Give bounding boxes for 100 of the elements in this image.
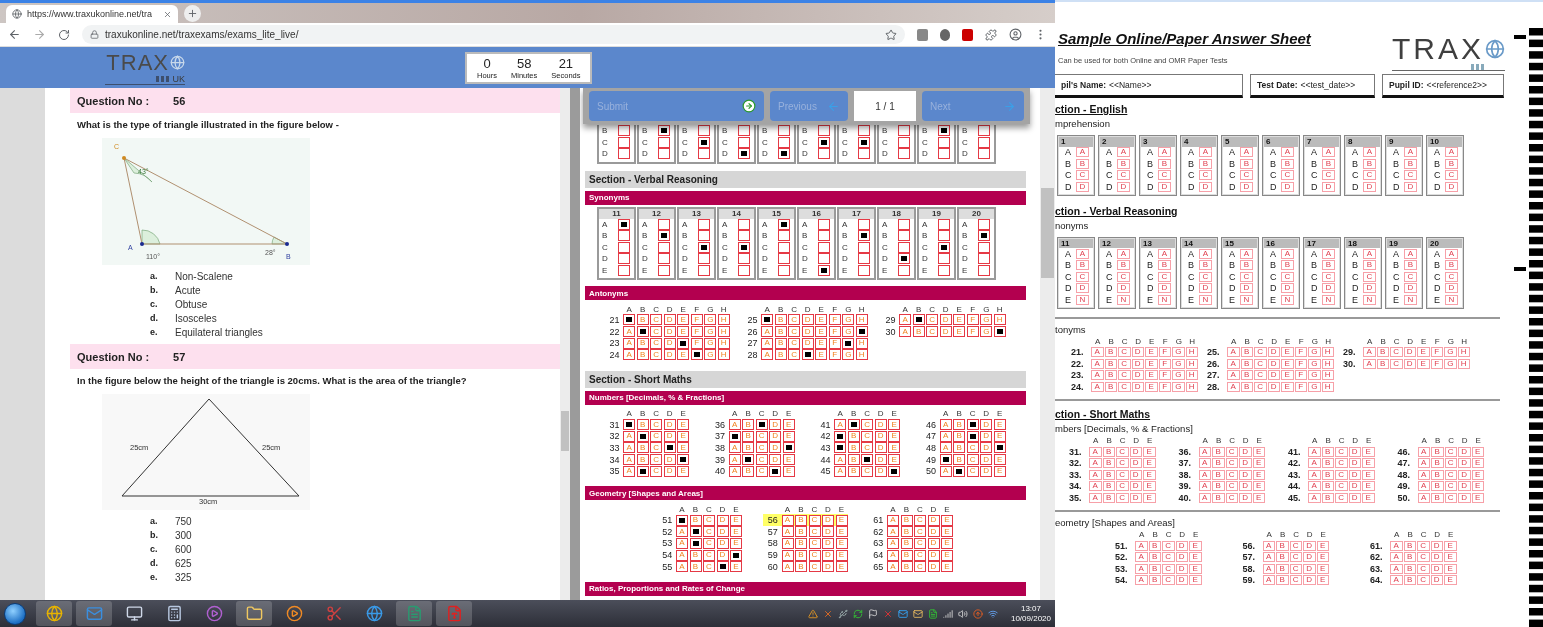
- answer-bubble[interactable]: D: [663, 419, 676, 431]
- answer-bubble[interactable]: H: [717, 326, 730, 338]
- answer-bubble[interactable]: E: [941, 561, 953, 573]
- answer-bubble[interactable]: B: [912, 326, 925, 338]
- answer-bubble[interactable]: [834, 430, 847, 442]
- answer-bubble[interactable]: E: [888, 454, 901, 466]
- answer-bubble[interactable]: C: [808, 561, 821, 573]
- answer-bubble[interactable]: E: [815, 349, 828, 361]
- document-icon[interactable]: [927, 608, 938, 619]
- answer-bubble[interactable]: G: [842, 349, 855, 361]
- answer-bubble[interactable]: [818, 125, 830, 137]
- answer-bubble[interactable]: D: [822, 514, 834, 526]
- answer-bubble[interactable]: [938, 241, 950, 253]
- answer-bubble[interactable]: [978, 230, 990, 242]
- answer-bubble[interactable]: D: [663, 349, 676, 361]
- answer-bubble[interactable]: C: [914, 514, 926, 526]
- profile-icon[interactable]: [1009, 28, 1022, 41]
- reload-icon[interactable]: [58, 28, 70, 41]
- answer-bubble[interactable]: [993, 442, 1006, 454]
- answer-bubble[interactable]: D: [927, 537, 940, 549]
- answer-bubble[interactable]: D: [663, 314, 676, 326]
- answer-bubble[interactable]: [778, 125, 790, 137]
- answer-bubble[interactable]: B: [900, 549, 913, 561]
- answer-bubble[interactable]: C: [966, 454, 979, 466]
- extension-icon[interactable]: [939, 28, 951, 41]
- answer-bubble[interactable]: [676, 514, 688, 526]
- answer-bubble[interactable]: E: [888, 442, 901, 454]
- answer-bubble[interactable]: D: [927, 561, 940, 573]
- answer-bubble[interactable]: B: [636, 454, 649, 466]
- answer-bubble[interactable]: [778, 218, 790, 230]
- answer-bubble[interactable]: E: [815, 337, 828, 349]
- answer-bubble[interactable]: D: [939, 326, 952, 338]
- answer-bubble[interactable]: F: [828, 326, 841, 338]
- browser-tab[interactable]: https://www.traxukonline.net/tra: [6, 5, 179, 23]
- answer-bubble[interactable]: B: [953, 430, 966, 442]
- answer-bubble[interactable]: A: [676, 537, 688, 549]
- answer-bubble[interactable]: [698, 241, 710, 253]
- answer-bubble[interactable]: B: [900, 537, 913, 549]
- answer-bubble[interactable]: E: [835, 514, 848, 526]
- answer-bubble[interactable]: B: [953, 442, 966, 454]
- answer-bubble[interactable]: D: [769, 442, 782, 454]
- answer-bubble[interactable]: [978, 125, 990, 137]
- answer-bubble[interactable]: [690, 349, 703, 361]
- answer-bubble[interactable]: B: [636, 419, 649, 431]
- answer-bubble[interactable]: C: [788, 326, 801, 338]
- answer-bubble[interactable]: [658, 125, 670, 137]
- answer-bubble[interactable]: A: [761, 337, 774, 349]
- answer-bubble[interactable]: D: [980, 454, 993, 466]
- answer-bubble[interactable]: [898, 125, 910, 137]
- answer-bubble[interactable]: E: [953, 326, 966, 338]
- answer-bubble[interactable]: B: [742, 465, 755, 477]
- answer-bubble[interactable]: [761, 314, 774, 326]
- answer-bubble[interactable]: C: [808, 549, 821, 561]
- extension-icon[interactable]: [916, 28, 928, 41]
- answer-bubble[interactable]: C: [650, 326, 663, 338]
- answer-bubble[interactable]: A: [623, 349, 636, 361]
- answer-bubble[interactable]: C: [650, 430, 663, 442]
- answer-bubble[interactable]: [689, 526, 702, 538]
- answer-bubble[interactable]: A: [939, 419, 952, 431]
- answer-bubble[interactable]: D: [663, 454, 676, 466]
- puzzle-icon[interactable]: [985, 28, 997, 41]
- answer-bubble[interactable]: C: [914, 561, 926, 573]
- document-icon[interactable]: [396, 601, 432, 626]
- answer-bubble[interactable]: B: [795, 549, 807, 561]
- answer-bubble[interactable]: E: [677, 430, 690, 442]
- answer-bubble[interactable]: A: [939, 430, 952, 442]
- answer-bubble[interactable]: C: [788, 337, 801, 349]
- answer-bubble[interactable]: C: [755, 465, 768, 477]
- new-tab-button[interactable]: [184, 5, 202, 22]
- answer-bubble[interactable]: E: [730, 514, 742, 526]
- answer-bubble[interactable]: [742, 454, 755, 466]
- answer-bubble[interactable]: C: [650, 337, 663, 349]
- answer-bubble[interactable]: D: [769, 454, 782, 466]
- answer-bubble[interactable]: [953, 465, 966, 477]
- answer-bubble[interactable]: B: [900, 561, 913, 573]
- answer-bubble[interactable]: [966, 430, 979, 442]
- answer-bubble[interactable]: A: [939, 465, 952, 477]
- previous-button[interactable]: Previous: [770, 91, 848, 121]
- answer-bubble[interactable]: E: [888, 430, 901, 442]
- answer-bubble[interactable]: [698, 125, 710, 137]
- answer-bubble[interactable]: F: [828, 349, 841, 361]
- answer-bubble[interactable]: A: [623, 442, 636, 454]
- answer-bubble[interactable]: D: [822, 526, 834, 538]
- answer-bubble[interactable]: E: [835, 561, 848, 573]
- answer-bubble[interactable]: [618, 125, 630, 137]
- submit-button[interactable]: Submit: [589, 91, 764, 121]
- answer-bubble[interactable]: [618, 218, 630, 230]
- close-icon[interactable]: [822, 608, 833, 619]
- answer-bubble[interactable]: E: [782, 465, 795, 477]
- answer-bubble[interactable]: G: [704, 337, 717, 349]
- warning-icon[interactable]: [807, 608, 818, 619]
- answer-bubble[interactable]: A: [899, 326, 912, 338]
- answer-bubble[interactable]: A: [887, 561, 899, 573]
- answer-bubble[interactable]: D: [801, 314, 814, 326]
- network-icon[interactable]: [987, 608, 998, 619]
- address-field[interactable]: traxukonline.net/traxexams/exams_lite_live/: [82, 25, 905, 44]
- answer-bubble[interactable]: [966, 419, 979, 431]
- answer-bubble[interactable]: G: [842, 314, 855, 326]
- answer-bubble[interactable]: B: [847, 442, 860, 454]
- answer-bubble[interactable]: E: [677, 465, 690, 477]
